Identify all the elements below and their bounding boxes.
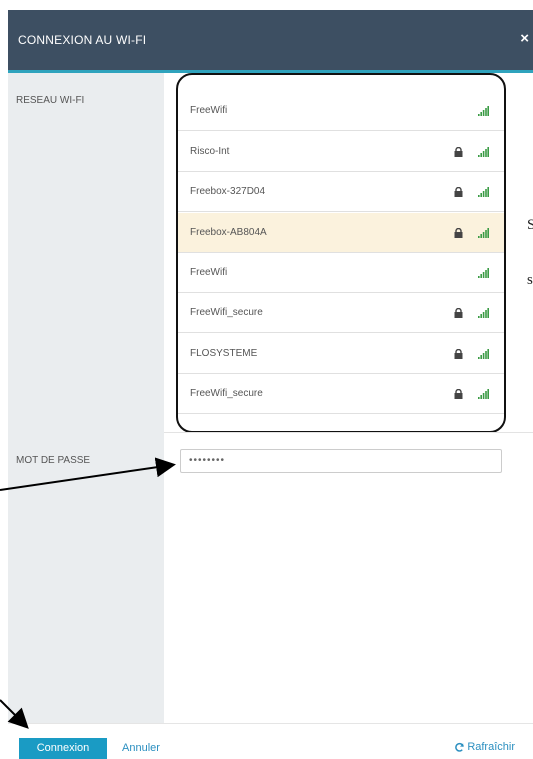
arrow-to-password <box>0 457 176 491</box>
arrow-to-connect <box>0 699 29 729</box>
annotation-arrows <box>0 457 176 729</box>
